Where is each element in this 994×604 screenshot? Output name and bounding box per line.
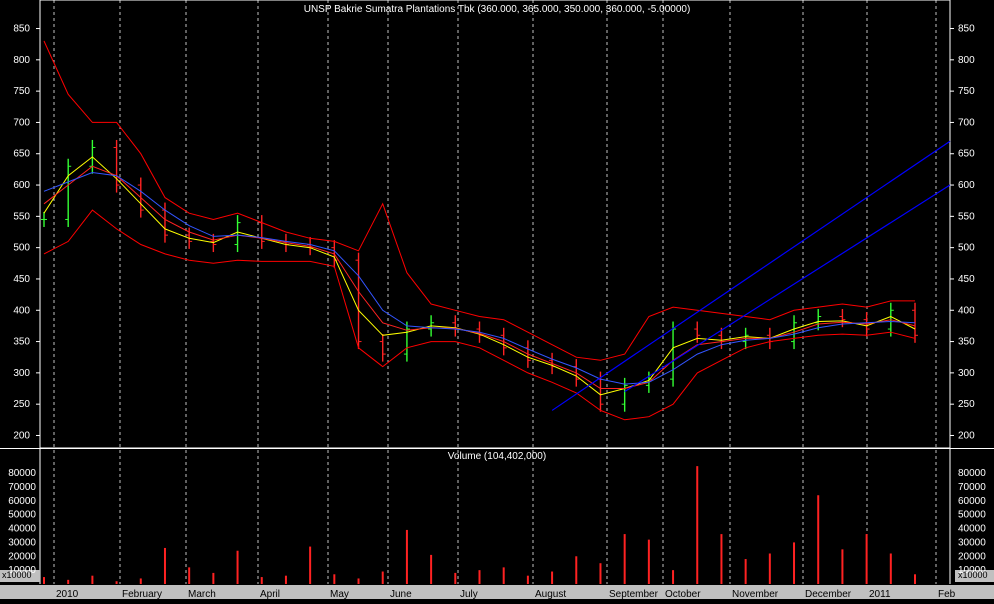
x-tick-label: December — [805, 589, 852, 599]
price-y-tick-label-left: 250 — [13, 399, 30, 410]
volume-y-tick-label-left: 30000 — [8, 537, 36, 548]
price-y-tick-label-right: 800 — [958, 55, 975, 66]
price-y-tick-label-right: 500 — [958, 243, 975, 254]
price-y-tick-label-left: 300 — [13, 368, 30, 379]
volume-y-tick-label-right: 30000 — [958, 537, 986, 548]
price-y-tick-label-left: 650 — [13, 149, 30, 160]
x-tick-label: September — [609, 589, 659, 599]
price-y-tick-label-right: 650 — [958, 149, 975, 160]
stock-chart-svg: 2010 February March April May June July August S… — [0, 0, 994, 600]
x-tick-label: July — [460, 589, 478, 599]
price-y-tick-label-left: 750 — [13, 86, 30, 97]
x-tick-label: October — [665, 589, 701, 599]
price-y-tick-label-right: 400 — [958, 305, 975, 316]
volume-y-tick-label-left: 50000 — [8, 510, 36, 521]
x-tick-label: Feb — [938, 589, 956, 599]
price-y-tick-label-left: 600 — [13, 180, 30, 191]
price-y-tick-label-right: 250 — [958, 399, 975, 410]
volume-y-tick-label-right: 20000 — [958, 551, 986, 562]
x-tick-label: March — [188, 589, 216, 599]
volume-y-tick-label-left: 70000 — [8, 482, 36, 493]
x-tick-label: November — [732, 589, 779, 599]
stock-chart-window: 2010 February March April May June July August S… — [0, 0, 994, 600]
volume-y-tick-label-left: 40000 — [8, 524, 36, 535]
volume-y-tick-label-right: 60000 — [958, 496, 986, 507]
price-y-tick-label-left: 400 — [13, 305, 30, 316]
x-tick-label: February — [122, 589, 162, 599]
price-y-tick-label-right: 450 — [958, 274, 975, 285]
price-y-tick-label-left: 700 — [13, 117, 30, 128]
volume-y-tick-label-right: 50000 — [958, 510, 986, 521]
price-y-tick-label-left: 550 — [13, 211, 30, 222]
price-y-tick-label-left: 350 — [13, 337, 30, 348]
x-tick-label: April — [260, 589, 280, 599]
x-tick-label: June — [390, 589, 412, 599]
volume-unit-label-left: x10000 — [2, 570, 32, 580]
price-y-tick-label-right: 750 — [958, 86, 975, 97]
volume-y-tick-label-left: 20000 — [8, 551, 36, 562]
volume-y-tick-label-right: 40000 — [958, 524, 986, 535]
price-y-tick-label-left: 850 — [13, 24, 30, 35]
price-y-tick-label-left: 450 — [13, 274, 30, 285]
volume-y-tick-label-right: 80000 — [958, 468, 986, 479]
x-tick-label: May — [330, 589, 349, 599]
price-y-tick-label-right: 350 — [958, 337, 975, 348]
x-tick-label: 2010 — [56, 589, 79, 599]
price-y-tick-label-left: 200 — [13, 430, 30, 441]
volume-y-tick-label-right: 70000 — [958, 482, 986, 493]
volume-chart-title: Volume (104,402,000) — [448, 451, 546, 462]
x-tick-label: 2011 — [869, 589, 891, 599]
price-y-tick-label-right: 850 — [958, 24, 975, 35]
price-y-tick-label-left: 800 — [13, 55, 30, 66]
x-tick-label: August — [535, 589, 566, 599]
price-y-tick-label-right: 300 — [958, 368, 975, 379]
volume-y-tick-label-left: 80000 — [8, 468, 36, 479]
volume-unit-label-right: x10000 — [958, 570, 988, 580]
price-y-tick-label-right: 600 — [958, 180, 975, 191]
price-y-tick-label-left: 500 — [13, 243, 30, 254]
volume-y-tick-label-left: 60000 — [8, 496, 36, 507]
price-y-tick-label-right: 700 — [958, 117, 975, 128]
price-y-tick-label-right: 200 — [958, 430, 975, 441]
price-chart-title: UNSP Bakrie Sumatra Plantations Tbk (360… — [304, 4, 691, 15]
price-y-tick-label-right: 550 — [958, 211, 975, 222]
